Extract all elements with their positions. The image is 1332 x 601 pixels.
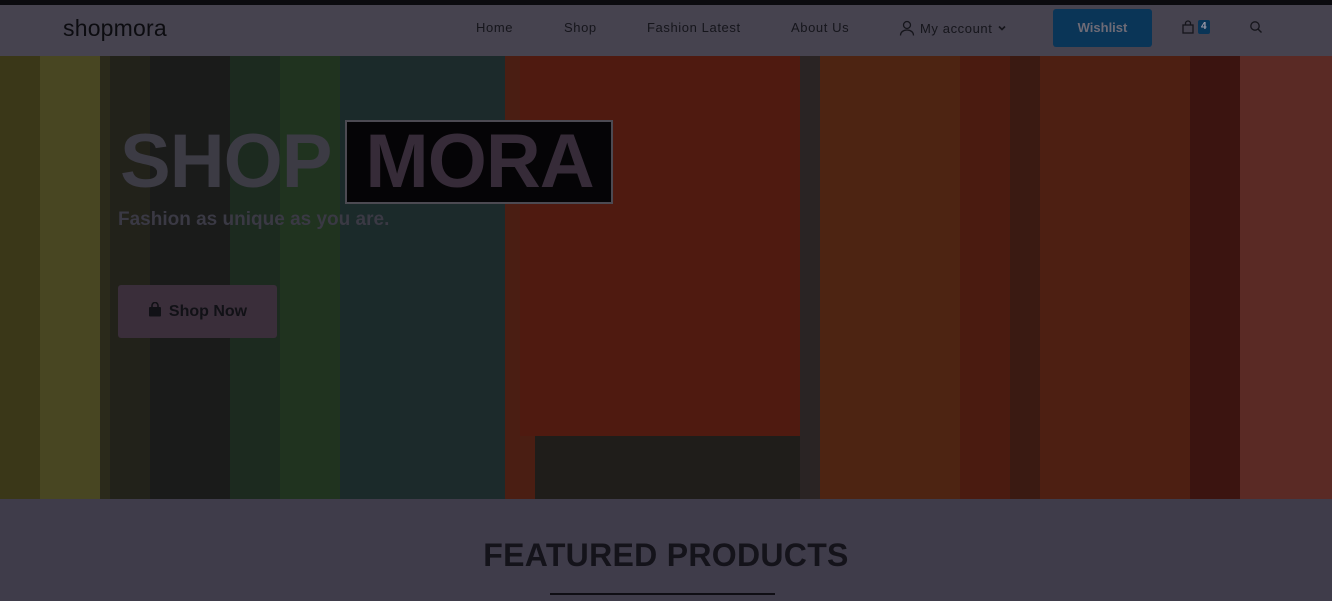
hero-tagline: Fashion as unique as you are. bbox=[118, 209, 390, 230]
nav-my-account-label: My account bbox=[920, 20, 993, 36]
featured-divider bbox=[550, 593, 775, 595]
nav-fashion-latest[interactable]: Fashion Latest bbox=[647, 20, 741, 35]
shopping-bag-icon bbox=[148, 301, 162, 322]
shop-now-label: Shop Now bbox=[168, 302, 248, 320]
hero-banner: SHOP MORA Fashion as unique as you are. … bbox=[0, 56, 1332, 499]
shop-now-button[interactable]: Shop Now bbox=[118, 285, 277, 338]
hero-title-shop: SHOP bbox=[120, 119, 332, 204]
hero-title-mora: MORA bbox=[365, 119, 594, 204]
nav-home[interactable]: Home bbox=[476, 20, 513, 35]
wishlist-button[interactable]: Wishlist bbox=[1053, 9, 1152, 47]
cart-count-badge: 4 bbox=[1198, 20, 1210, 34]
featured-title: FEATURED PRODUCTS bbox=[483, 537, 849, 573]
search-icon[interactable] bbox=[1249, 20, 1263, 34]
user-icon bbox=[899, 20, 915, 36]
nav-shop[interactable]: Shop bbox=[564, 20, 597, 35]
featured-section: FEATURED PRODUCTS bbox=[0, 499, 1332, 601]
chevron-down-icon bbox=[997, 23, 1007, 33]
nav-about-us[interactable]: About Us bbox=[791, 20, 849, 35]
cart-button[interactable]: 4 bbox=[1181, 20, 1210, 34]
hero-title: SHOP MORA bbox=[120, 118, 613, 205]
hero-title-mora-box: MORA bbox=[345, 119, 613, 204]
site-logo[interactable]: shopmora bbox=[63, 15, 167, 42]
site-header: shopmora Home Shop Fashion Latest About … bbox=[0, 5, 1332, 56]
shopping-bag-icon bbox=[1181, 20, 1195, 34]
nav-my-account[interactable]: My account bbox=[899, 20, 1007, 36]
